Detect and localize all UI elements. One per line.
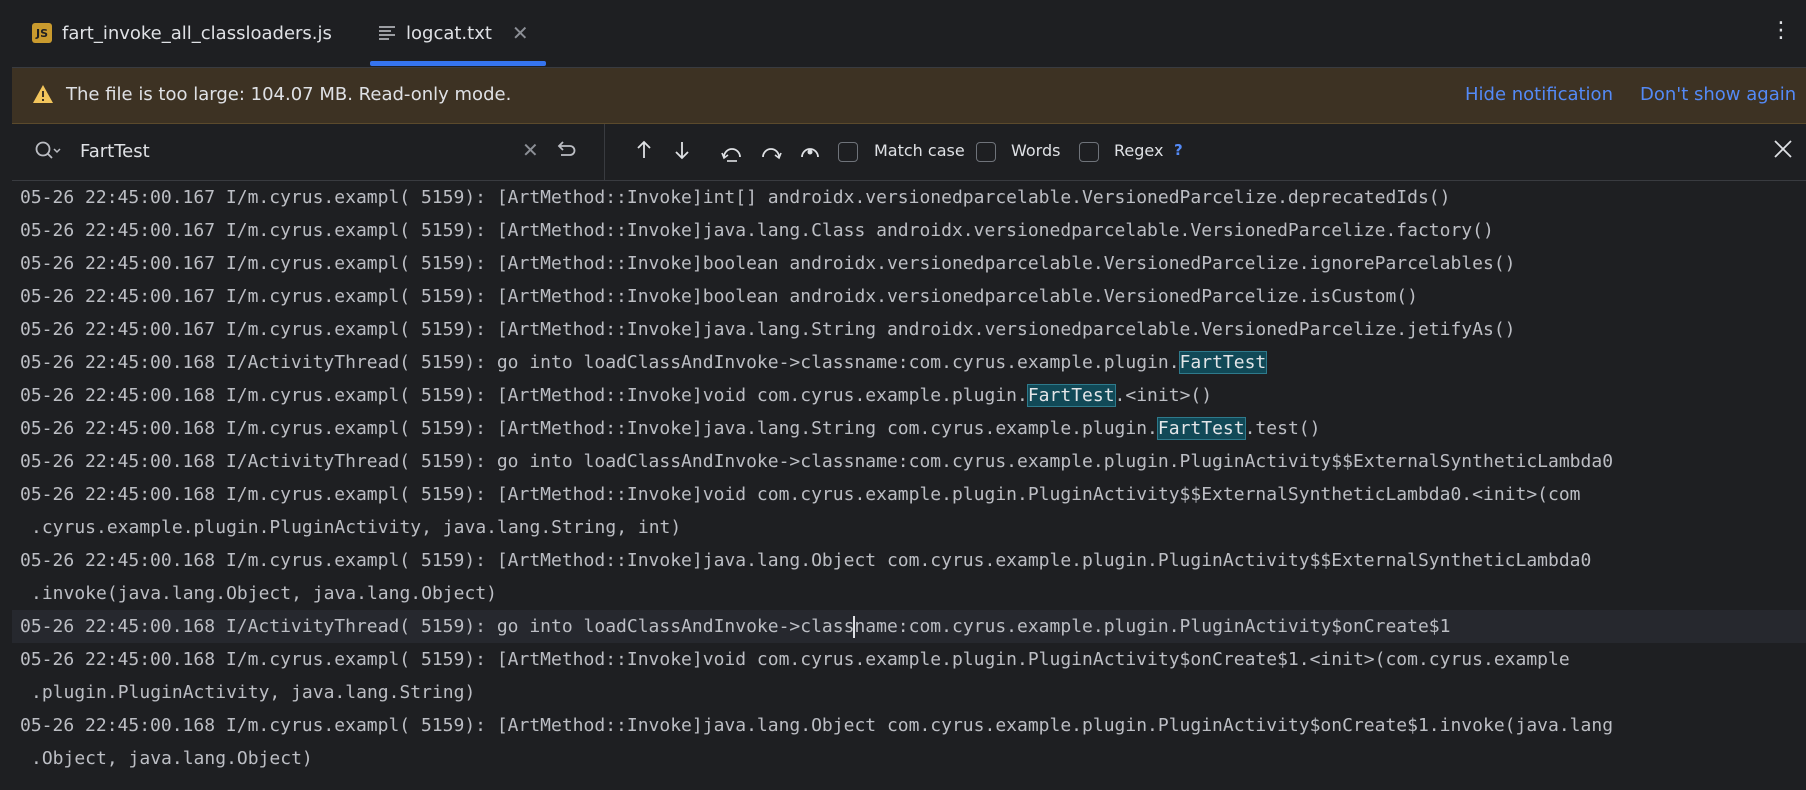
log-line-text: 05-26 22:45:00.167 I/m.cyrus.exampl( 515… <box>20 253 1516 274</box>
log-line-wrap-continuation: .Object, java.lang.Object) <box>31 748 313 769</box>
log-line-text: .test() <box>1244 418 1321 439</box>
log-line-text: 05-26 22:45:00.167 I/m.cyrus.exampl( 515… <box>20 187 1451 208</box>
log-line-text: 05-26 22:45:00.167 I/m.cyrus.exampl( 515… <box>20 220 1494 241</box>
log-line-text: 05-26 22:45:00.167 I/m.cyrus.exampl( 515… <box>20 286 1418 307</box>
regex-label: Regex <box>1114 141 1164 160</box>
log-line: 05-26 22:45:00.167 I/m.cyrus.exampl( 515… <box>12 181 1806 214</box>
new-line-icon[interactable] <box>555 138 577 164</box>
close-search-icon[interactable] <box>1772 138 1794 164</box>
regex-help-link[interactable]: ? <box>1174 141 1183 159</box>
hide-notification-link[interactable]: Hide notification <box>1465 84 1613 105</box>
log-line: 05-26 22:45:00.168 I/m.cyrus.exampl( 515… <box>12 544 1806 577</box>
log-line: 05-26 22:45:00.168 I/m.cyrus.exampl( 515… <box>12 478 1806 511</box>
tab-label: logcat.txt <box>406 22 492 44</box>
log-line: 05-26 22:45:00.168 I/ActivityThread( 515… <box>12 445 1806 478</box>
regex-checkbox[interactable] <box>1079 142 1099 162</box>
log-line-text: 05-26 22:45:00.168 I/m.cyrus.exampl( 515… <box>20 385 1028 406</box>
log-line-text: 05-26 22:45:00.168 I/m.cyrus.exampl( 515… <box>20 649 1570 670</box>
remove-occurrence-icon[interactable] <box>758 138 784 168</box>
js-file-icon: JS <box>32 23 52 43</box>
log-line-wrap-continuation: .plugin.PluginActivity, java.lang.String… <box>31 682 476 703</box>
select-all-occurrences-icon[interactable] <box>797 138 823 168</box>
log-line: 05-26 22:45:00.168 I/m.cyrus.exampl( 515… <box>12 709 1806 742</box>
tab-close-icon[interactable]: ✕ <box>512 21 529 45</box>
previous-occurrence-icon[interactable] <box>634 138 654 166</box>
log-line-text: 05-26 22:45:00.168 I/m.cyrus.exampl( 515… <box>20 418 1158 439</box>
log-line-text: 05-26 22:45:00.168 I/m.cyrus.exampl( 515… <box>20 550 1592 571</box>
log-line-wrap-continuation: .invoke(java.lang.Object, java.lang.Obje… <box>31 583 497 604</box>
search-match-highlight: FartTest <box>1156 417 1246 440</box>
log-line: 05-26 22:45:00.167 I/m.cyrus.exampl( 515… <box>12 247 1806 280</box>
tab-fart-invoke-js[interactable]: JS fart_invoke_all_classloaders.js <box>32 0 332 66</box>
active-tab-indicator <box>370 61 546 66</box>
log-line-text: 05-26 22:45:00.168 I/ActivityThread( 515… <box>20 352 1180 373</box>
log-line-wrap-continuation: .cyrus.example.plugin.PluginActivity, ja… <box>31 517 682 538</box>
log-line-text: 05-26 22:45:00.168 I/ActivityThread( 515… <box>20 616 855 637</box>
log-line: 05-26 22:45:00.168 I/ActivityThread( 515… <box>12 346 1806 379</box>
log-text-area[interactable]: 05-26 22:45:00.167 I/m.cyrus.exampl( 515… <box>12 181 1806 790</box>
search-history-icon[interactable] <box>34 140 62 166</box>
search-input[interactable] <box>80 138 480 164</box>
match-case-label: Match case <box>874 141 965 160</box>
text-file-icon <box>378 25 396 41</box>
log-line: 05-26 22:45:00.168 I/m.cyrus.exampl( 515… <box>12 412 1806 445</box>
editor-tab-bar: JS fart_invoke_all_classloaders.js logca… <box>12 0 1806 68</box>
toolbar-separator <box>604 124 605 180</box>
search-match-highlight: FartTest <box>1178 351 1268 374</box>
log-line: 05-26 22:45:00.167 I/m.cyrus.exampl( 515… <box>12 313 1806 346</box>
words-label: Words <box>1011 141 1061 160</box>
log-line: 05-26 22:45:00.168 I/m.cyrus.exampl( 515… <box>12 379 1806 412</box>
find-bar: ✕ Match case Words Regex ? <box>12 124 1806 181</box>
words-checkbox[interactable] <box>976 142 996 162</box>
add-occurrence-icon[interactable] <box>719 138 745 168</box>
notification-message: The file is too large: 104.07 MB. Read-o… <box>66 84 512 105</box>
log-line-text: 05-26 22:45:00.168 I/ActivityThread( 515… <box>20 451 1614 472</box>
log-line: 05-26 22:45:00.168 I/m.cyrus.exampl( 515… <box>12 643 1806 676</box>
tab-logcat-txt[interactable]: logcat.txt ✕ <box>378 0 529 66</box>
log-line: 05-26 22:45:00.167 I/m.cyrus.exampl( 515… <box>12 280 1806 313</box>
log-line-text: 05-26 22:45:00.167 I/m.cyrus.exampl( 515… <box>20 319 1516 340</box>
dont-show-again-link[interactable]: Don't show again <box>1640 84 1796 105</box>
log-line-text: name:com.cyrus.example.plugin.PluginActi… <box>854 616 1451 637</box>
log-line-text: 05-26 22:45:00.168 I/m.cyrus.exampl( 515… <box>20 484 1581 505</box>
current-log-line: 05-26 22:45:00.168 I/ActivityThread( 515… <box>12 610 1806 643</box>
next-occurrence-icon[interactable] <box>672 138 692 166</box>
warning-icon <box>32 84 54 108</box>
large-file-notification: The file is too large: 104.07 MB. Read-o… <box>12 68 1806 124</box>
match-case-checkbox[interactable] <box>838 142 858 162</box>
tab-label: fart_invoke_all_classloaders.js <box>62 22 332 44</box>
log-line: 05-26 22:45:00.167 I/m.cyrus.exampl( 515… <box>12 214 1806 247</box>
log-line-text: 05-26 22:45:00.168 I/m.cyrus.exampl( 515… <box>20 715 1614 736</box>
search-match-highlight: FartTest <box>1026 384 1116 407</box>
log-line-text: .<init>() <box>1114 385 1213 406</box>
more-options-icon[interactable]: ⋮ <box>1770 20 1792 42</box>
clear-search-icon[interactable]: ✕ <box>522 140 539 160</box>
